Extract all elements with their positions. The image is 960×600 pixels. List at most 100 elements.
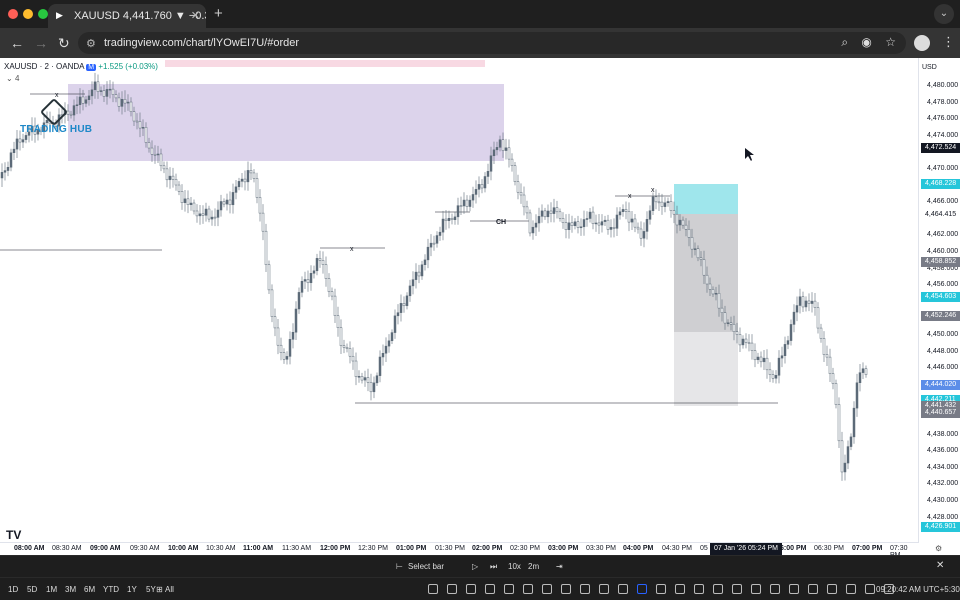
forward-arrow-icon[interactable]: → bbox=[34, 35, 48, 51]
candlestick-chart[interactable]: x x x x CH bbox=[0, 58, 918, 542]
drawing-tool-icon[interactable] bbox=[599, 584, 609, 594]
price-badge[interactable]: 4,468.228 bbox=[921, 178, 960, 189]
drawing-tool-icon[interactable] bbox=[485, 584, 495, 594]
drawing-tool-icon[interactable] bbox=[542, 584, 552, 594]
price-badge[interactable]: 4,458.852 bbox=[921, 256, 960, 267]
drawing-tool-icon[interactable] bbox=[846, 584, 856, 594]
drawing-tool-icon[interactable] bbox=[865, 584, 875, 594]
timeframe-button[interactable]: 5Y bbox=[146, 585, 156, 594]
replay-interval[interactable]: 2m bbox=[528, 562, 539, 571]
browser-tab[interactable]: ▶ XAUUSD 4,441.760 ▼ −0.33 ✕ bbox=[48, 4, 206, 28]
drawing-tool-icon[interactable] bbox=[713, 584, 723, 594]
drawing-tool-icon[interactable] bbox=[694, 584, 704, 594]
candle-body bbox=[486, 171, 490, 177]
jump-realtime-icon[interactable]: ⇥ bbox=[556, 562, 563, 571]
close-icon[interactable]: ✕ bbox=[936, 560, 944, 571]
stop-zone-lower[interactable] bbox=[674, 332, 738, 406]
drawing-tool-icon[interactable] bbox=[751, 584, 761, 594]
drawing-tool-icon[interactable] bbox=[637, 584, 647, 594]
candle-body bbox=[756, 356, 760, 361]
candle-body bbox=[399, 303, 403, 313]
price-badge[interactable]: 4,444.020 bbox=[921, 379, 960, 390]
timeframe-button[interactable]: 1M bbox=[46, 585, 57, 594]
candle-body bbox=[651, 196, 655, 211]
zoom-window-button[interactable] bbox=[38, 9, 48, 19]
candle-body bbox=[534, 222, 538, 228]
select-bar-button[interactable]: Select bar bbox=[408, 562, 444, 571]
time-label: 09:00 AM bbox=[90, 545, 121, 552]
price-badge[interactable]: 4,454.603 bbox=[921, 291, 960, 302]
url-field[interactable]: ⚙ tradingview.com/chart/lYOwEI7U/#order … bbox=[78, 32, 906, 54]
time-label: 08:30 AM bbox=[52, 545, 82, 552]
candle-body bbox=[144, 127, 148, 143]
drawing-tool-icon[interactable] bbox=[561, 584, 571, 594]
timeframe-button[interactable]: YTD bbox=[103, 585, 119, 594]
candle-body bbox=[768, 369, 772, 375]
drawing-tool-icon[interactable] bbox=[466, 584, 476, 594]
timeframe-button[interactable]: 1D bbox=[8, 585, 18, 594]
timeframe-button[interactable]: 6M bbox=[84, 585, 95, 594]
candle-body bbox=[6, 167, 10, 171]
step-forward-icon[interactable]: ⏭ bbox=[490, 562, 497, 572]
drawing-tool-icon[interactable] bbox=[789, 584, 799, 594]
site-settings-icon[interactable]: ⚙ bbox=[86, 37, 96, 50]
candle-body bbox=[462, 199, 466, 207]
target-zone[interactable] bbox=[674, 184, 738, 214]
avatar[interactable] bbox=[914, 35, 930, 51]
drawing-tool-icon[interactable] bbox=[428, 584, 438, 594]
price-badge[interactable]: 4,426.901 bbox=[921, 521, 960, 532]
close-window-button[interactable] bbox=[8, 9, 18, 19]
candle-body bbox=[381, 352, 385, 358]
more-menu-icon[interactable]: ⋮ bbox=[942, 34, 955, 50]
back-arrow-icon[interactable]: ← bbox=[10, 35, 24, 51]
candle-body bbox=[861, 368, 865, 373]
candle-body bbox=[747, 342, 751, 344]
drawing-tool-icon[interactable] bbox=[827, 584, 837, 594]
eye-icon[interactable]: ◉ bbox=[861, 35, 871, 49]
timeframe-button[interactable]: All bbox=[165, 585, 174, 594]
drawing-tool-icon[interactable] bbox=[770, 584, 780, 594]
price-axis[interactable]: 4,480.000 4,478.000 4,476.000 4,474.000 4,47… bbox=[918, 58, 960, 543]
price-badge[interactable]: 4,452.246 bbox=[921, 311, 960, 322]
time-axis[interactable]: 07:30 PM 07:00 PM 06:30 PM 6:00 PM 05 04:30 P… bbox=[0, 542, 942, 555]
drawing-tool-icon[interactable] bbox=[675, 584, 685, 594]
chart-area[interactable]: x x x x CH XAUUSD · 2 · OANDA M +1.525 (… bbox=[0, 58, 960, 555]
new-tab-button[interactable]: + bbox=[214, 5, 223, 22]
close-icon[interactable]: ✕ bbox=[191, 9, 200, 22]
stop-zone[interactable] bbox=[674, 214, 738, 332]
drawing-tool-icon[interactable] bbox=[580, 584, 590, 594]
tradingview-logo-icon: ▶ bbox=[56, 10, 63, 20]
drawing-tool-icon[interactable] bbox=[447, 584, 457, 594]
price-badge[interactable]: 4,464.415 bbox=[921, 210, 960, 221]
candle-body bbox=[501, 139, 505, 151]
timeframe-button[interactable]: 1Y bbox=[127, 585, 137, 594]
timeframe-button[interactable]: 5D bbox=[27, 585, 37, 594]
clock-text[interactable]: 09:20:42 AM UTC+5:30 bbox=[876, 585, 960, 594]
price-badge[interactable]: 4,472.524 bbox=[921, 143, 960, 154]
zoom-icon[interactable]: ⌕ bbox=[841, 35, 848, 49]
symbol-legend[interactable]: XAUUSD · 2 · OANDA M +1.525 (+0.03%) bbox=[4, 62, 158, 71]
drawing-tool-icon[interactable] bbox=[808, 584, 818, 594]
star-icon[interactable]: ☆ bbox=[885, 35, 896, 49]
price-badge[interactable]: 4,440.657 bbox=[921, 407, 960, 418]
drawing-tool-icon[interactable] bbox=[504, 584, 514, 594]
replay-speed[interactable]: 10x bbox=[508, 562, 521, 571]
candle-body bbox=[564, 222, 568, 230]
drawing-tool-icon[interactable] bbox=[523, 584, 533, 594]
date-range-icon[interactable]: ⊞ bbox=[156, 585, 163, 594]
drawing-tool-icon[interactable] bbox=[656, 584, 666, 594]
settings-icon[interactable]: ⚙ bbox=[935, 544, 942, 553]
currency-label[interactable]: USD bbox=[922, 64, 937, 71]
supply-zone[interactable] bbox=[68, 84, 504, 161]
reload-icon[interactable]: ↻ bbox=[58, 35, 70, 51]
collapse-indicators-button[interactable]: ⌄ 4 bbox=[6, 74, 19, 83]
chevron-down-icon[interactable]: ⌄ bbox=[934, 4, 954, 24]
timeframe-button[interactable]: 3M bbox=[65, 585, 76, 594]
play-icon[interactable]: ▷ bbox=[472, 562, 478, 571]
candle-body bbox=[312, 270, 316, 274]
minimize-window-button[interactable] bbox=[23, 9, 33, 19]
drawing-tool-icon[interactable] bbox=[618, 584, 628, 594]
drawing-tool-icon[interactable] bbox=[732, 584, 742, 594]
candle-body bbox=[774, 375, 778, 379]
select-bar-icon[interactable]: ⊢ bbox=[396, 562, 403, 571]
